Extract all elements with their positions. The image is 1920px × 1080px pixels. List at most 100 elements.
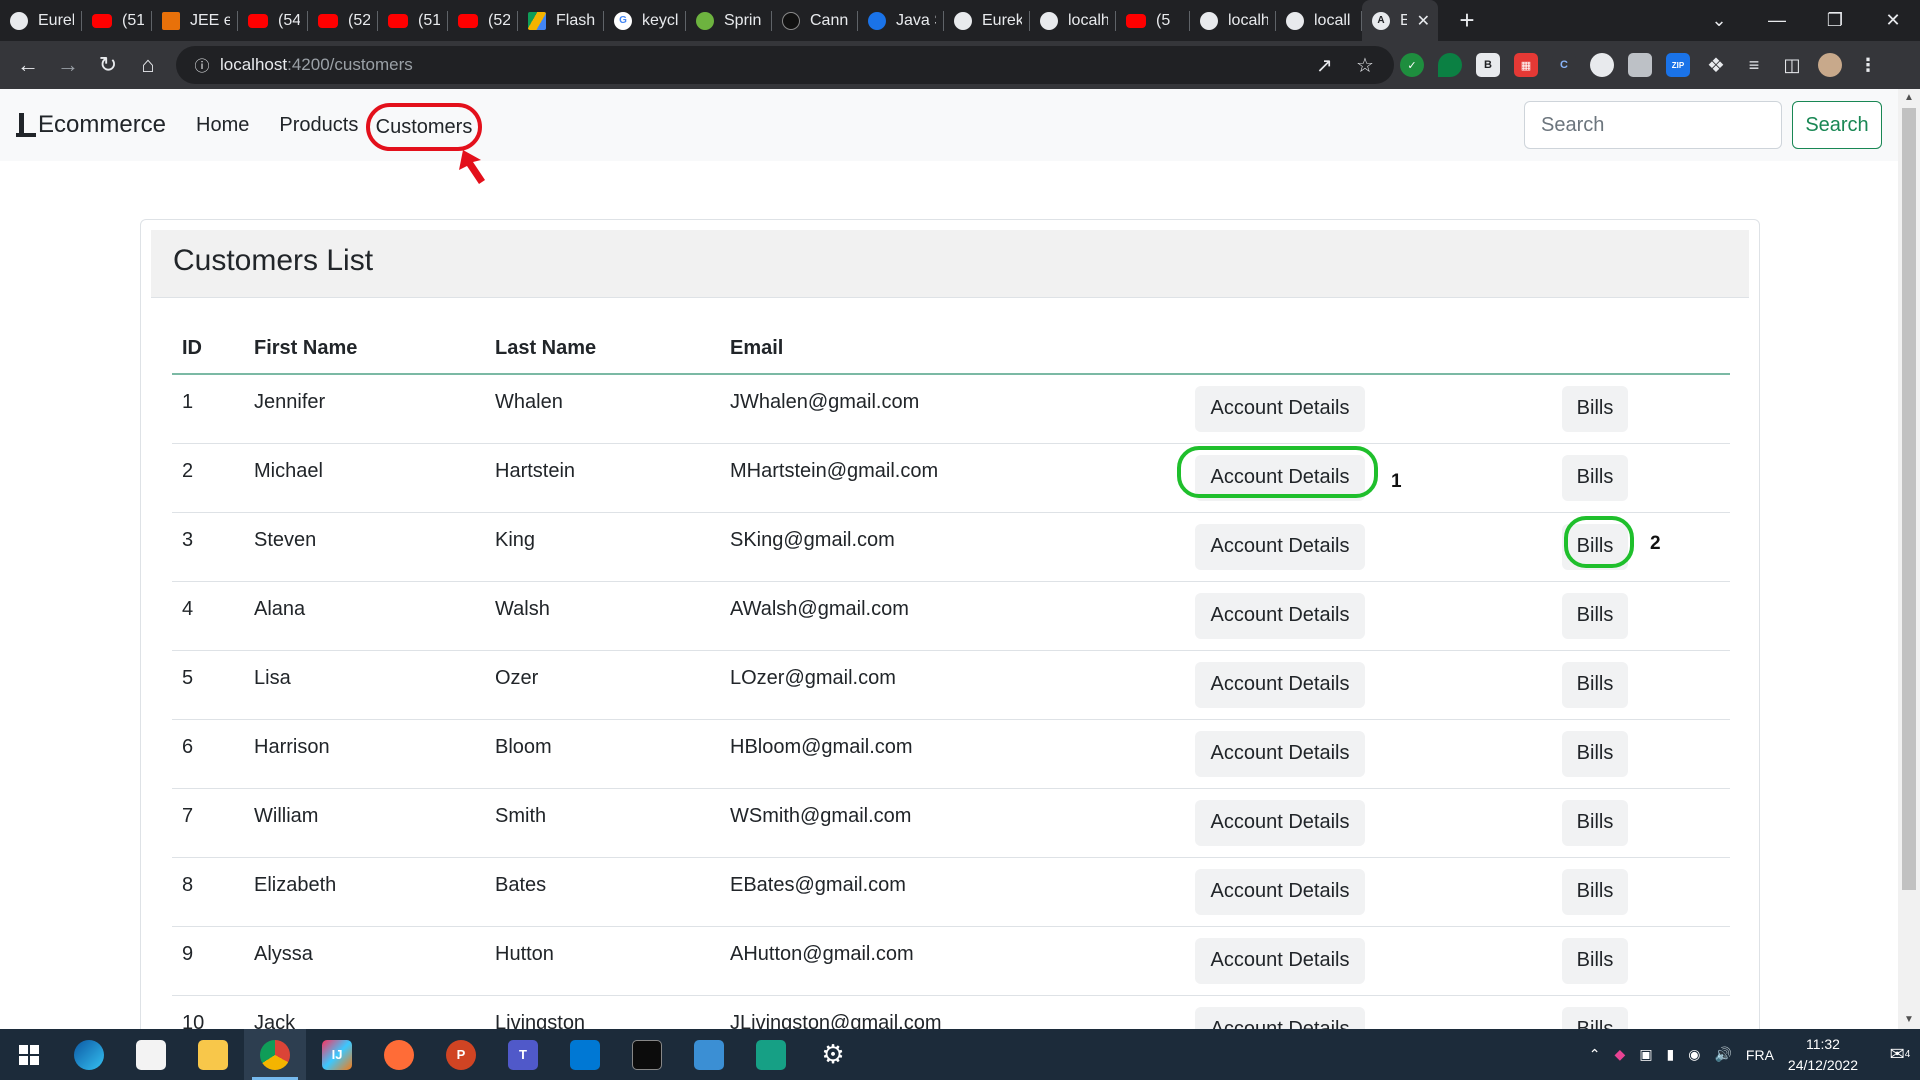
url-text[interactable]: localhost:4200/customers xyxy=(220,55,413,75)
taskbar-control-panel[interactable] xyxy=(678,1029,740,1080)
circle-extension-icon[interactable] xyxy=(1590,53,1614,77)
clock[interactable]: 11:32 24/12/2022 xyxy=(1788,1034,1858,1076)
browser-tab[interactable]: Java S xyxy=(858,0,944,41)
zip-extension-icon[interactable]: ZIP xyxy=(1666,53,1690,77)
account-details-button[interactable]: Account Details xyxy=(1195,523,1365,570)
taskbar-chrome[interactable] xyxy=(244,1029,306,1080)
taskbar-intellij[interactable]: IJ xyxy=(306,1029,368,1080)
new-tab-button[interactable]: + xyxy=(1452,5,1482,36)
forward-icon[interactable]: → xyxy=(48,52,88,78)
bills-button[interactable]: Bills xyxy=(1562,937,1628,984)
extensions-row: ✓ B ▦ C ZIP ❖ ≡ ◫ ⋮ xyxy=(1400,41,1880,89)
browser-tab[interactable]: Cann xyxy=(772,0,858,41)
location-extension-icon[interactable] xyxy=(1438,53,1462,77)
shield-extension-icon[interactable]: ✓ xyxy=(1400,53,1424,77)
nav-link-home[interactable]: Home xyxy=(196,114,249,137)
browser-tab[interactable]: Eurek xyxy=(0,0,82,41)
menu-kebab-icon[interactable]: ⋮ xyxy=(1856,53,1880,77)
start-button[interactable] xyxy=(0,1029,58,1080)
browser-tab[interactable]: Sprin xyxy=(686,0,772,41)
taskbar-photos[interactable] xyxy=(554,1029,616,1080)
red-extension-icon[interactable]: ▦ xyxy=(1514,53,1538,77)
account-details-button[interactable]: Account Details xyxy=(1195,730,1365,777)
scroll-up-icon[interactable]: ▲ xyxy=(1898,89,1920,107)
bills-button[interactable]: Bills xyxy=(1562,454,1628,501)
browser-tab[interactable]: JEE et xyxy=(152,0,238,41)
notification-center-icon[interactable]: ✉ 4 xyxy=(1880,1029,1920,1080)
taskbar-settings[interactable]: ⚙ xyxy=(802,1029,864,1080)
scrollbar-thumb[interactable] xyxy=(1902,108,1916,890)
brand[interactable]: Ecommerce xyxy=(16,111,166,139)
browser-tab-title: Java S xyxy=(896,11,936,29)
tray-app-icon[interactable]: ◆ xyxy=(1615,1046,1626,1063)
restore-button[interactable]: ❐ xyxy=(1806,10,1864,31)
b-extension-icon[interactable]: B xyxy=(1476,53,1500,77)
tray-display-icon[interactable]: ▣ xyxy=(1639,1046,1652,1063)
search-button[interactable]: Search xyxy=(1792,101,1882,149)
taskbar-teams[interactable]: T xyxy=(492,1029,554,1080)
taskbar-edge[interactable] xyxy=(58,1029,120,1080)
browser-tab[interactable]: (516) xyxy=(378,0,448,41)
taskbar-powerpoint[interactable]: P xyxy=(430,1029,492,1080)
bills-button[interactable]: Bills xyxy=(1562,868,1628,915)
close-tab-icon[interactable]: ✕ xyxy=(1417,11,1430,31)
taskbar-shield-app[interactable] xyxy=(740,1029,802,1080)
wifi-icon[interactable]: ◉ xyxy=(1688,1046,1700,1063)
browser-tab[interactable]: (5 xyxy=(1116,0,1190,41)
close-window-button[interactable]: ✕ xyxy=(1864,10,1920,31)
taskbar-postman[interactable] xyxy=(368,1029,430,1080)
account-details-button[interactable]: Account Details xyxy=(1195,799,1365,846)
browser-tab[interactable]: (524) xyxy=(308,0,378,41)
bills-button[interactable]: Bills xyxy=(1562,799,1628,846)
side-panel-icon[interactable]: ◫ xyxy=(1780,53,1804,77)
browser-tab[interactable]: A Ec ✕ xyxy=(1362,0,1438,41)
cell-email: HBloom@gmail.com xyxy=(730,719,1186,789)
bills-button[interactable]: Bills xyxy=(1562,730,1628,777)
search-input[interactable] xyxy=(1524,101,1782,149)
share-icon[interactable]: ↗ xyxy=(1316,46,1333,84)
language-indicator[interactable]: FRA xyxy=(1746,1047,1774,1063)
home-icon[interactable]: ⌂ xyxy=(128,52,168,78)
reading-list-icon[interactable]: ≡ xyxy=(1742,53,1766,77)
cell-id: 4 xyxy=(172,581,254,651)
profile-avatar[interactable] xyxy=(1818,53,1842,77)
browser-tab[interactable]: Flash xyxy=(518,0,604,41)
taskbar-explorer[interactable] xyxy=(182,1029,244,1080)
account-details-button[interactable]: Account Details xyxy=(1195,868,1365,915)
browser-tab[interactable]: (524) xyxy=(448,0,518,41)
scroll-down-icon[interactable]: ▼ xyxy=(1898,1011,1920,1029)
taskbar-store[interactable] xyxy=(120,1029,182,1080)
browser-tab[interactable]: localh xyxy=(1190,0,1276,41)
bills-button[interactable]: Bills xyxy=(1562,592,1628,639)
minimize-button[interactable]: — xyxy=(1748,10,1806,31)
tray-overflow-icon[interactable]: ⌃ xyxy=(1589,1046,1601,1063)
browser-tab[interactable]: (518) xyxy=(82,0,152,41)
account-details-button[interactable]: Account Details xyxy=(1195,385,1365,432)
back-icon[interactable]: ← xyxy=(8,52,48,78)
table-row: 2 Michael Hartstein MHartstein@gmail.com Acc… xyxy=(172,443,1730,513)
nav-link-products[interactable]: Products xyxy=(279,114,358,137)
browser-tab[interactable]: locall xyxy=(1276,0,1362,41)
browser-tab[interactable]: (548) xyxy=(238,0,308,41)
address-bar[interactable]: ⓘ localhost:4200/customers ↗ ☆ xyxy=(176,46,1394,84)
tab-search-icon[interactable]: ⌄ xyxy=(1690,10,1748,31)
extensions-puzzle-icon[interactable]: ❖ xyxy=(1704,53,1728,77)
c-extension-icon[interactable]: C xyxy=(1552,53,1576,77)
battery-icon[interactable]: ▮ xyxy=(1667,1046,1675,1063)
volume-icon[interactable]: 🔊 xyxy=(1714,1046,1731,1063)
account-details-button[interactable]: Account Details xyxy=(1195,661,1365,708)
bills-button[interactable]: Bills xyxy=(1562,661,1628,708)
reload-icon[interactable]: ↻ xyxy=(88,52,128,78)
taskbar-terminal[interactable] xyxy=(616,1029,678,1080)
bookmark-star-icon[interactable]: ☆ xyxy=(1356,46,1374,84)
browser-tab[interactable]: localh xyxy=(1030,0,1116,41)
window-controls: ⌄ — ❐ ✕ xyxy=(1690,0,1920,41)
bills-button[interactable]: Bills xyxy=(1562,385,1628,432)
browser-tab[interactable]: Gkeycl xyxy=(604,0,686,41)
account-details-button[interactable]: Account Details xyxy=(1195,592,1365,639)
user-extension-icon[interactable] xyxy=(1628,53,1652,77)
nav-link-customers[interactable]: Customers xyxy=(366,103,482,151)
account-details-button[interactable]: Account Details xyxy=(1195,937,1365,984)
browser-tab[interactable]: Eurek xyxy=(944,0,1030,41)
site-info-icon[interactable]: ⓘ xyxy=(184,55,220,76)
